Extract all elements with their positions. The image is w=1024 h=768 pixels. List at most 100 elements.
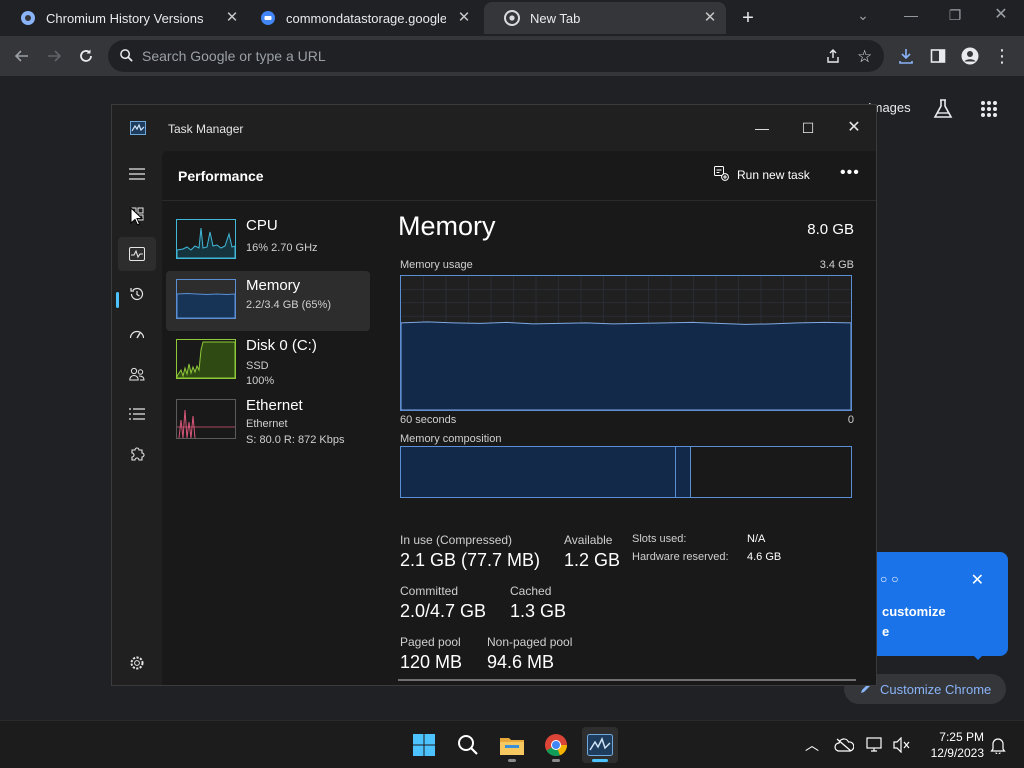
search-icon bbox=[119, 48, 134, 68]
time-axis-left: 60 seconds bbox=[400, 414, 457, 426]
stat-paged-pool-value: 120 MB bbox=[400, 652, 463, 672]
resource-item-memory[interactable]: Memory 2.2/3.4 GB (65%) bbox=[166, 271, 370, 331]
bookmark-star-icon[interactable]: ☆ bbox=[857, 47, 872, 67]
stat-non-paged-pool-value: 94.6 MB bbox=[487, 652, 555, 672]
file-explorer-icon[interactable] bbox=[494, 727, 530, 763]
omnibox-search-input[interactable]: Search Google or type a URL ☆ bbox=[108, 40, 884, 72]
download-icon[interactable] bbox=[894, 44, 918, 68]
stat-in-use-label: In use (Compressed) bbox=[400, 533, 513, 547]
google-apps-grid-icon[interactable] bbox=[980, 100, 998, 123]
task-manager-window: Task Manager — ☐ ✕ Performance Run new t… bbox=[111, 104, 877, 686]
browser-toolbar: Search Google or type a URL ☆ ⋮ bbox=[0, 36, 1024, 76]
horizontal-scrollbar[interactable] bbox=[398, 679, 856, 681]
volume-muted-icon[interactable] bbox=[892, 735, 912, 755]
window-title: Task Manager bbox=[168, 122, 244, 136]
hardware-reserved-label: Hardware reserved: bbox=[632, 551, 729, 563]
slots-used-value: N/A bbox=[747, 533, 766, 545]
windows-taskbar: ︿ 7:25 PM 12/9/2023 bbox=[0, 720, 1024, 768]
search-icon[interactable] bbox=[450, 727, 486, 763]
resource-item-ethernet[interactable]: Ethernet Ethernet S: 80.0 R: 872 Kbps bbox=[166, 391, 370, 451]
close-window-icon[interactable]: ✕ bbox=[986, 4, 1016, 26]
new-tab-button[interactable]: + bbox=[738, 8, 758, 28]
composition-in-use-segment bbox=[401, 447, 676, 497]
profile-avatar-icon[interactable] bbox=[958, 44, 982, 68]
task-manager-taskbar-icon[interactable] bbox=[582, 727, 618, 763]
tab-title: New Tab bbox=[530, 10, 581, 26]
page-title: Performance bbox=[178, 168, 264, 184]
performance-panel: Performance Run new task ••• CPU 16% 2.7… bbox=[162, 151, 876, 685]
network-icon[interactable] bbox=[866, 735, 886, 755]
resource-detail: S: 80.0 R: 872 Kbps bbox=[246, 434, 345, 446]
minimize-icon[interactable]: — bbox=[742, 113, 782, 143]
services-puzzle-icon[interactable] bbox=[118, 437, 156, 471]
system-clock[interactable]: 7:25 PM 12/9/2023 bbox=[922, 729, 984, 761]
maximize-icon[interactable]: ☐ bbox=[788, 113, 828, 143]
stat-available-label: Available bbox=[564, 533, 613, 547]
close-icon[interactable]: ✕ bbox=[702, 10, 718, 26]
task-manager-titlebar[interactable]: Task Manager — ☐ ✕ bbox=[112, 105, 876, 151]
performance-icon[interactable] bbox=[118, 237, 156, 271]
resource-name: Disk 0 (C:) bbox=[246, 337, 317, 354]
resource-detail: SSD bbox=[246, 360, 269, 372]
share-icon[interactable] bbox=[825, 48, 841, 69]
chrome-icon bbox=[504, 10, 520, 26]
resource-name: CPU bbox=[246, 217, 278, 234]
browser-tab-strip: Chromium History Versions Down ✕ commond… bbox=[0, 0, 1024, 36]
stat-committed-value: 2.0/4.7 GB bbox=[400, 601, 487, 621]
chrome-icon[interactable] bbox=[538, 727, 574, 763]
task-manager-nav bbox=[112, 151, 162, 685]
back-icon[interactable] bbox=[10, 44, 34, 68]
resource-item-disk[interactable]: Disk 0 (C:) SSD 100% bbox=[166, 331, 370, 391]
restore-icon[interactable]: ❐ bbox=[940, 4, 970, 26]
browser-tab-chromium-history[interactable]: Chromium History Versions Down ✕ bbox=[0, 2, 248, 34]
stat-paged-pool-label: Paged pool bbox=[400, 635, 461, 649]
hamburger-menu-icon[interactable] bbox=[118, 157, 156, 191]
resource-detail: 100% bbox=[246, 375, 275, 387]
windows-start-icon[interactable] bbox=[406, 727, 442, 763]
forward-icon[interactable] bbox=[42, 44, 66, 68]
more-options-icon[interactable]: ••• bbox=[840, 164, 860, 182]
browser-tab-commondatastorage[interactable]: commondatastorage.googleapis. ✕ bbox=[240, 2, 480, 34]
side-panel-icon[interactable] bbox=[926, 44, 950, 68]
panel-header: Performance Run new task ••• bbox=[162, 151, 876, 201]
customize-chrome-promo: ○○ ✕ customize e bbox=[862, 552, 1008, 656]
promo-pointer bbox=[968, 650, 988, 660]
browser-tab-new-tab[interactable]: New Tab ✕ bbox=[484, 2, 726, 34]
resource-item-cpu[interactable]: CPU 16% 2.70 GHz bbox=[166, 211, 370, 271]
resource-detail: 2.2/3.4 GB (65%) bbox=[246, 299, 331, 311]
close-window-icon[interactable]: ✕ bbox=[834, 113, 874, 143]
memory-usage-graph bbox=[400, 275, 852, 411]
close-icon[interactable]: ✕ bbox=[224, 10, 240, 26]
customize-chrome-label: Customize Chrome bbox=[880, 681, 992, 697]
close-icon[interactable]: ✕ bbox=[456, 10, 472, 26]
promo-text: customize e bbox=[882, 604, 946, 639]
reload-icon[interactable] bbox=[74, 44, 98, 68]
stat-in-use-value: 2.1 GB (77.7 MB) bbox=[400, 550, 541, 570]
tab-title: Chromium History Versions Down bbox=[46, 10, 206, 26]
ethernet-mini-graph bbox=[176, 399, 236, 439]
clock-time: 7:25 PM bbox=[939, 730, 984, 744]
kebab-menu-icon[interactable]: ⋮ bbox=[990, 44, 1014, 68]
tab-search-icon[interactable]: ⌄ bbox=[848, 4, 878, 26]
memory-usage-label: Memory usage bbox=[400, 259, 473, 271]
details-list-icon[interactable] bbox=[118, 397, 156, 431]
chevron-up-icon[interactable]: ︿ bbox=[802, 735, 822, 755]
startup-apps-icon[interactable] bbox=[118, 317, 156, 351]
stat-committed-label: Committed bbox=[400, 584, 459, 598]
onedrive-offline-icon[interactable] bbox=[834, 735, 854, 755]
close-icon[interactable]: ✕ bbox=[971, 570, 984, 590]
stat-cached-value: 1.3 GB bbox=[510, 601, 567, 621]
minimize-icon[interactable]: — bbox=[896, 4, 926, 26]
hardware-reserved-value: 4.6 GB bbox=[747, 551, 782, 563]
detail-title: Memory bbox=[398, 211, 496, 241]
notification-bell-icon[interactable] bbox=[988, 735, 1008, 755]
settings-gear-icon[interactable] bbox=[118, 646, 156, 680]
app-history-icon[interactable] bbox=[118, 277, 156, 311]
resource-name: Ethernet bbox=[246, 397, 303, 414]
users-icon[interactable] bbox=[118, 357, 156, 391]
resource-detail: Ethernet bbox=[246, 418, 288, 430]
run-new-task-button[interactable]: Run new task bbox=[714, 166, 810, 184]
stat-cached-label: Cached bbox=[510, 584, 552, 598]
task-manager-app-icon bbox=[130, 121, 146, 140]
labs-flask-icon[interactable] bbox=[932, 98, 954, 125]
